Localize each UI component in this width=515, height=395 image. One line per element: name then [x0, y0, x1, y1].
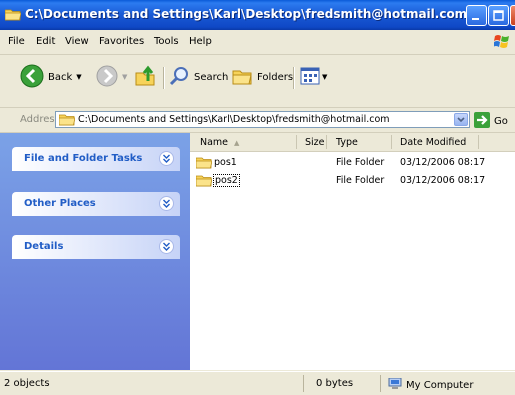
folder-icon: [195, 174, 213, 190]
file-type: File Folder: [336, 157, 385, 168]
column-divider[interactable]: [326, 135, 327, 149]
file-name: pos2: [213, 174, 240, 187]
folder-icon: [58, 114, 76, 129]
toolbar-separator: [293, 67, 295, 89]
panel-other-places[interactable]: Other Places: [12, 192, 180, 216]
column-header-size[interactable]: Size: [305, 137, 325, 148]
list-item[interactable]: pos1 File Folder 03/12/2006 08:17: [190, 155, 515, 171]
list-item[interactable]: pos2 File Folder 03/12/2006 08:17: [190, 173, 515, 189]
back-arrow-icon: [20, 64, 44, 91]
column-header-row: Name ▲ Size Type Date Modified: [190, 133, 515, 152]
go-button[interactable]: Go: [474, 112, 508, 131]
back-dropdown-icon[interactable]: ▼: [76, 73, 81, 81]
windows-logo-icon: [493, 33, 510, 52]
column-header-type[interactable]: Type: [336, 137, 358, 148]
address-value: C:\Documents and Settings\Karl\Desktop\f…: [78, 114, 390, 125]
status-location-label: My Computer: [406, 380, 474, 391]
views-button[interactable]: ▼: [299, 63, 327, 91]
sort-ascending-icon: ▲: [234, 139, 240, 147]
task-pane: File and Folder Tasks Other Places Detai…: [0, 133, 190, 370]
chevron-down-icon[interactable]: [159, 151, 174, 166]
go-label: Go: [494, 116, 508, 127]
chevron-down-icon[interactable]: [159, 196, 174, 211]
views-dropdown-icon[interactable]: ▼: [322, 73, 327, 81]
toolbar-separator: [163, 67, 165, 89]
file-list: Name ▲ Size Type Date Modified pos1 File …: [190, 133, 515, 370]
status-object-count: 2 objects: [4, 378, 50, 389]
address-label: Address: [20, 114, 60, 125]
file-date: 03/12/2006 08:17: [400, 175, 486, 186]
file-name: pos1: [214, 157, 237, 168]
panel-file-folder-tasks[interactable]: File and Folder Tasks: [12, 147, 180, 171]
my-computer-icon: [388, 377, 402, 393]
file-type: File Folder: [336, 175, 385, 186]
close-button[interactable]: [510, 5, 515, 26]
views-icon: [299, 65, 321, 90]
column-divider[interactable]: [478, 135, 479, 149]
folder-icon: [195, 156, 213, 172]
up-folder-button[interactable]: [134, 63, 156, 91]
up-folder-icon: [134, 65, 156, 90]
folders-button[interactable]: Folders: [231, 63, 293, 91]
forward-dropdown-icon[interactable]: ▼: [122, 73, 127, 81]
panel-title: Other Places: [24, 198, 96, 209]
menu-favorites[interactable]: Favorites: [99, 36, 144, 47]
explorer-window: C:\Documents and Settings\Karl\Desktop\f…: [0, 0, 515, 395]
menu-edit[interactable]: Edit: [36, 36, 55, 47]
address-bar: Address C:\Documents and Settings\Karl\D…: [0, 108, 515, 133]
status-divider: [380, 375, 381, 392]
panel-title: File and Folder Tasks: [24, 153, 143, 164]
address-dropdown-button[interactable]: [454, 113, 468, 126]
title-bar[interactable]: C:\Documents and Settings\Karl\Desktop\f…: [0, 0, 515, 30]
menu-view[interactable]: View: [65, 36, 89, 47]
column-label: Name: [200, 137, 229, 148]
menu-help[interactable]: Help: [189, 36, 212, 47]
column-divider[interactable]: [296, 135, 297, 149]
maximize-button[interactable]: [488, 5, 509, 26]
back-button[interactable]: Back ▼: [20, 63, 82, 91]
toolbar: Back ▼ ▼ Search Folders ▼: [0, 55, 515, 108]
window-title: C:\Documents and Settings\Karl\Desktop\f…: [25, 7, 468, 21]
menu-tools[interactable]: Tools: [154, 36, 179, 47]
panel-details[interactable]: Details: [12, 235, 180, 259]
forward-button[interactable]: ▼: [96, 63, 127, 91]
column-divider[interactable]: [391, 135, 392, 149]
minimize-button[interactable]: [466, 5, 487, 26]
forward-arrow-icon: [96, 65, 118, 90]
back-label: Back: [48, 71, 73, 83]
address-input[interactable]: C:\Documents and Settings\Karl\Desktop\f…: [55, 111, 470, 128]
folder-icon: [4, 8, 22, 21]
status-bar: 2 objects 0 bytes My Computer: [0, 371, 515, 395]
file-date: 03/12/2006 08:17: [400, 157, 486, 168]
go-arrow-icon: [474, 112, 490, 131]
panel-title: Details: [24, 241, 64, 252]
column-header-date[interactable]: Date Modified: [400, 137, 466, 148]
chevron-down-icon[interactable]: [159, 239, 174, 254]
search-icon: [168, 65, 190, 90]
search-button[interactable]: Search: [168, 63, 228, 91]
status-size: 0 bytes: [316, 378, 354, 389]
status-location: My Computer: [388, 377, 474, 393]
folders-label: Folders: [257, 71, 294, 83]
column-header-name[interactable]: Name ▲: [200, 137, 239, 148]
menu-file[interactable]: File: [8, 36, 25, 47]
menu-bar: File Edit View Favorites Tools Help: [0, 30, 515, 55]
search-label: Search: [194, 71, 229, 83]
folders-icon: [231, 65, 253, 90]
status-divider: [303, 375, 304, 392]
chevron-down-icon: [457, 117, 465, 123]
